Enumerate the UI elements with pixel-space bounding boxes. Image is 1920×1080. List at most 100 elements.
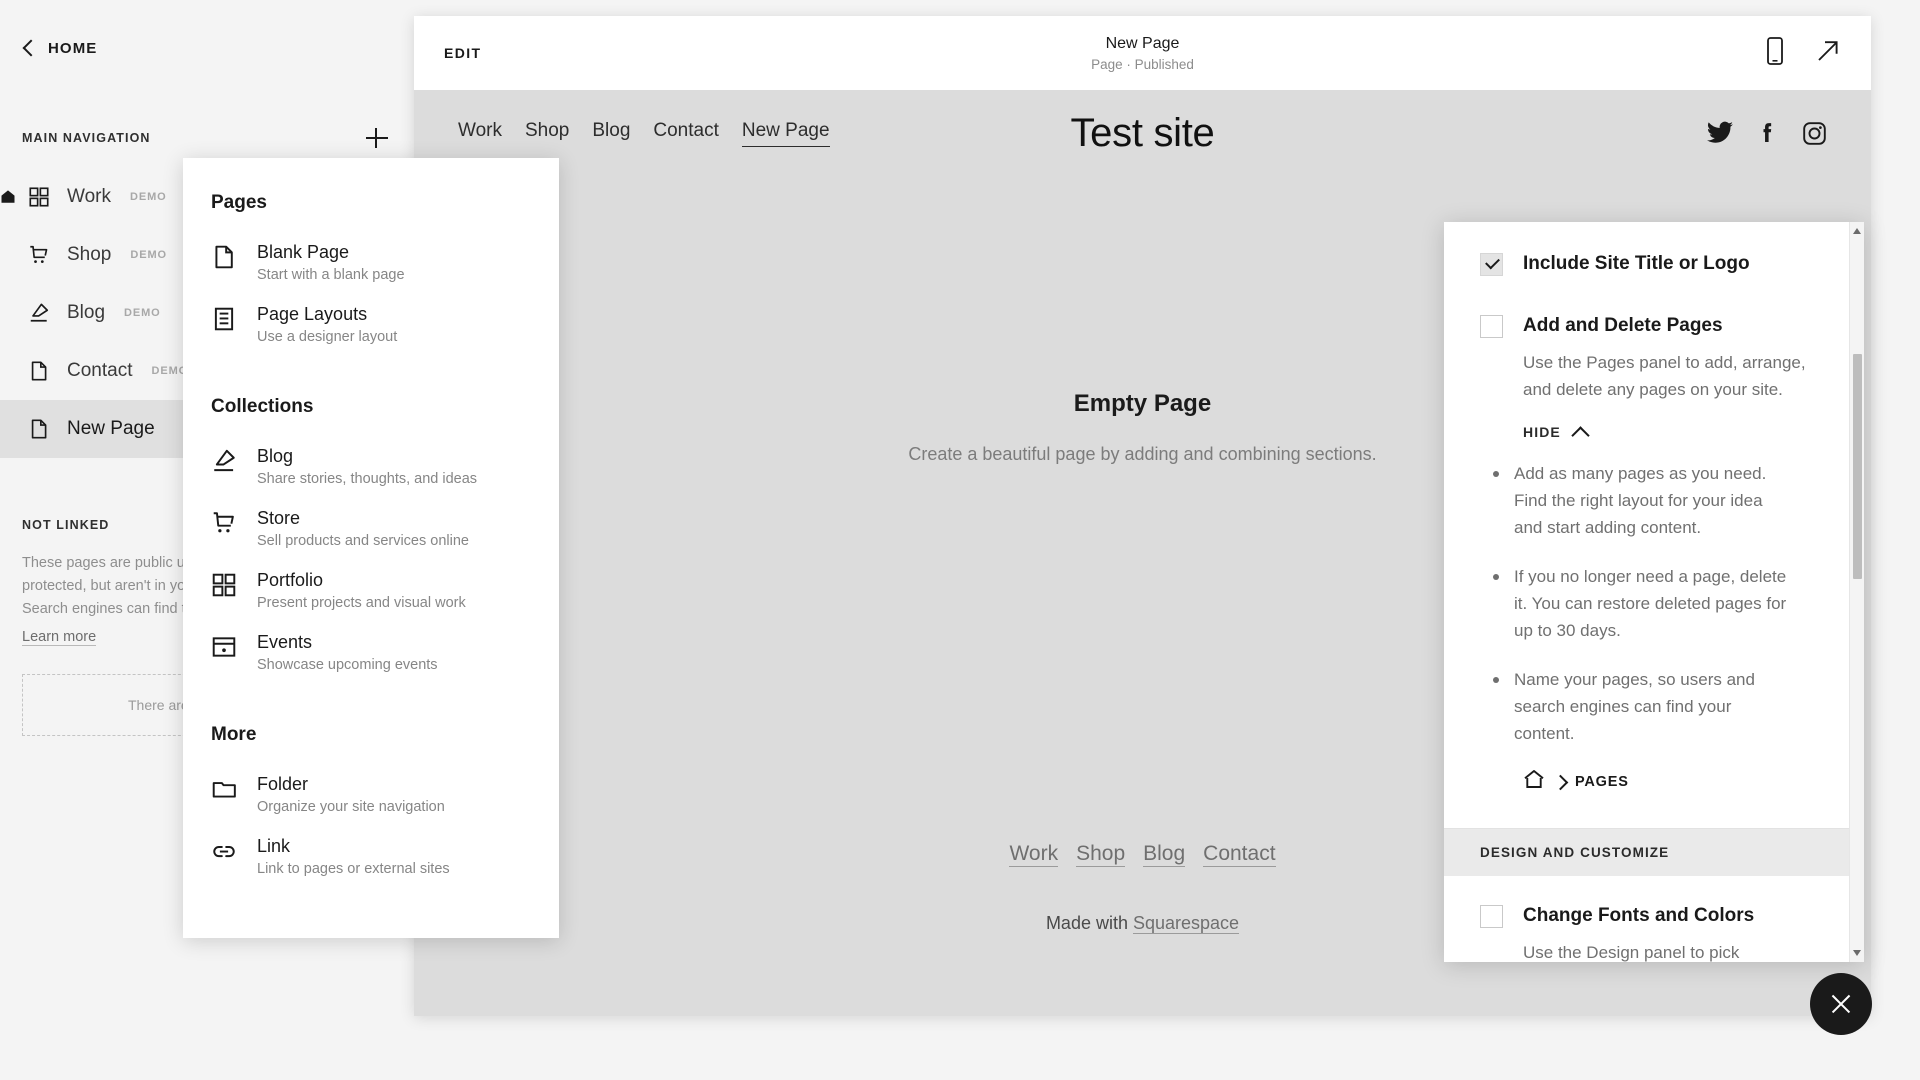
footer-nav-link-blog[interactable]: Blog — [1143, 842, 1186, 867]
footer-nav-link-shop[interactable]: Shop — [1076, 842, 1126, 867]
page-status: Page · Published — [1091, 56, 1194, 72]
dropdown-item-title: Blog — [257, 446, 294, 466]
dropdown-item-desc: Showcase upcoming events — [257, 657, 438, 673]
page-icon — [28, 360, 50, 382]
folder-icon — [211, 776, 237, 804]
close-button[interactable] — [1810, 973, 1872, 1035]
bullet-dot-icon — [1493, 677, 1499, 683]
pen-icon — [28, 302, 50, 324]
scrollbar-thumb[interactable] — [1853, 354, 1862, 579]
checkbox-add-delete-pages[interactable] — [1480, 315, 1503, 338]
home-indicator-icon — [0, 189, 16, 205]
bullet-dot-icon — [1493, 471, 1499, 477]
dropdown-item-text: Page Layouts Use a designer layout — [257, 303, 397, 347]
site-nav-link-blog[interactable]: Blog — [592, 120, 630, 142]
help-item-label: Add and Delete Pages — [1523, 315, 1723, 336]
sidebar-item-label: Work — [67, 186, 111, 207]
help-bullet: Add as many pages as you need. Find the … — [1480, 460, 1816, 541]
scroll-up-arrow-icon[interactable] — [1853, 228, 1861, 234]
dropdown-item-desc: Start with a blank page — [257, 267, 405, 283]
dropdown-group-pages: Pages Blank Page Start with a blank page… — [183, 192, 559, 356]
add-page-dropdown: Pages Blank Page Start with a blank page… — [183, 158, 559, 938]
dropdown-item-link[interactable]: Link Link to pages or external sites — [183, 826, 559, 888]
dropdown-item-blank-page[interactable]: Blank Page Start with a blank page — [183, 232, 559, 294]
help-bullet-text: Name your pages, so users and search eng… — [1514, 670, 1755, 743]
dropdown-item-store[interactable]: Store Sell products and services online — [183, 498, 559, 560]
scroll-down-arrow-icon[interactable] — [1853, 950, 1861, 956]
site-nav-link-work[interactable]: Work — [458, 120, 502, 142]
dropdown-item-text: Portfolio Present projects and visual wo… — [257, 569, 466, 613]
breadcrumb-label: PAGES — [1575, 773, 1629, 790]
demo-badge: DEMO — [129, 191, 167, 203]
main-navigation-title: MAIN NAVIGATION — [22, 131, 151, 145]
help-item-row: Add and Delete Pages — [1480, 314, 1816, 338]
help-panel-content: Include Site Title or Logo Add and Delet… — [1444, 222, 1864, 962]
back-to-home-button[interactable]: HOME — [0, 0, 414, 96]
dropdown-item-title: Store — [257, 508, 301, 528]
site-header: Work Shop Blog Contact New Page Test site — [414, 90, 1871, 176]
made-with-prefix: Made with — [1045, 913, 1133, 933]
back-to-home-label: HOME — [48, 39, 98, 57]
grid-icon — [211, 572, 237, 600]
cart-icon — [28, 244, 50, 266]
chevron-up-icon — [1572, 427, 1589, 438]
help-item-breadcrumb[interactable]: PAGES — [1523, 769, 1816, 794]
footer-nav-link-contact[interactable]: Contact — [1203, 842, 1276, 867]
mobile-device-icon[interactable] — [1765, 36, 1785, 70]
dropdown-item-title: Link — [257, 836, 291, 856]
demo-badge: DEMO — [124, 307, 161, 319]
squarespace-link[interactable]: Squarespace — [1132, 913, 1240, 934]
instagram-icon[interactable] — [1802, 121, 1827, 146]
dropdown-item-desc: Sell products and services online — [257, 533, 469, 549]
home-icon — [1523, 769, 1545, 794]
help-section-header: DESIGN AND CUSTOMIZE — [1444, 828, 1864, 876]
page-title: New Page — [1105, 34, 1180, 52]
help-bullet: If you no longer need a page, delete it.… — [1480, 563, 1816, 644]
site-nav-link-contact[interactable]: Contact — [653, 120, 718, 142]
help-item-description: Use the Design panel to pick — [1523, 943, 1740, 962]
dropdown-item-text: Link Link to pages or external sites — [257, 835, 450, 879]
sidebar-item-label: Shop — [67, 244, 112, 265]
checkbox-change-fonts-colors[interactable] — [1480, 905, 1503, 928]
footer-nav-link-work[interactable]: Work — [1009, 842, 1059, 867]
site-nav-link-new-page[interactable]: New Page — [741, 120, 830, 147]
open-external-icon[interactable] — [1815, 38, 1841, 69]
sidebar-item-label: Blog — [67, 302, 106, 323]
dropdown-item-blog[interactable]: Blog Share stories, thoughts, and ideas — [183, 436, 559, 498]
help-checklist-panel: Include Site Title or Logo Add and Delet… — [1444, 222, 1864, 962]
sidebar-item-label: Contact — [67, 360, 133, 381]
site-nav: Work Shop Blog Contact New Page — [458, 120, 830, 147]
dropdown-item-folder[interactable]: Folder Organize your site navigation — [183, 764, 559, 826]
help-item-change-fonts-colors: Change Fonts and Colors Use the Design p… — [1444, 876, 1864, 962]
dropdown-item-events[interactable]: Events Showcase upcoming events — [183, 622, 559, 684]
learn-more-link[interactable]: Learn more — [22, 629, 97, 646]
help-item-description: Use the Pages panel to add, arrange, and… — [1523, 353, 1806, 399]
add-page-button[interactable] — [364, 125, 390, 151]
dropdown-item-text: Blog Share stories, thoughts, and ideas — [257, 445, 477, 489]
dropdown-group-collections: Collections Blog Share stories, thoughts… — [183, 396, 559, 684]
edit-button[interactable]: EDIT — [444, 45, 482, 61]
site-nav-link-shop[interactable]: Shop — [525, 120, 569, 142]
dropdown-item-desc: Share stories, thoughts, and ideas — [257, 471, 478, 487]
dropdown-item-portfolio[interactable]: Portfolio Present projects and visual wo… — [183, 560, 559, 622]
help-panel-scrollbar[interactable] — [1849, 222, 1864, 962]
help-item-label: Include Site Title or Logo — [1523, 253, 1750, 274]
main-navigation-header: MAIN NAVIGATION — [0, 118, 414, 158]
checkbox-include-site-title[interactable] — [1480, 253, 1503, 276]
help-bullet: Name your pages, so users and search eng… — [1480, 666, 1816, 747]
help-item-toggle-button[interactable]: HIDE — [1523, 424, 1816, 440]
dropdown-item-title: Folder — [257, 774, 309, 794]
page-icon — [28, 418, 50, 440]
chevron-left-icon — [22, 41, 36, 55]
editor-toolbar-actions — [1765, 36, 1841, 70]
dropdown-group-more: More Folder Organize your site navigatio… — [183, 724, 559, 888]
facebook-icon[interactable] — [1756, 121, 1780, 145]
help-bullet-text: If you no longer need a page, delete it.… — [1514, 567, 1787, 640]
help-item-bullet-list: Add as many pages as you need. Find the … — [1480, 460, 1816, 747]
social-links — [1706, 121, 1827, 146]
dropdown-item-title: Page Layouts — [257, 304, 368, 324]
dropdown-item-page-layouts[interactable]: Page Layouts Use a designer layout — [183, 294, 559, 356]
dropdown-item-desc: Use a designer layout — [257, 329, 398, 345]
twitter-icon[interactable] — [1706, 121, 1734, 145]
help-item-label: Change Fonts and Colors — [1523, 905, 1755, 926]
